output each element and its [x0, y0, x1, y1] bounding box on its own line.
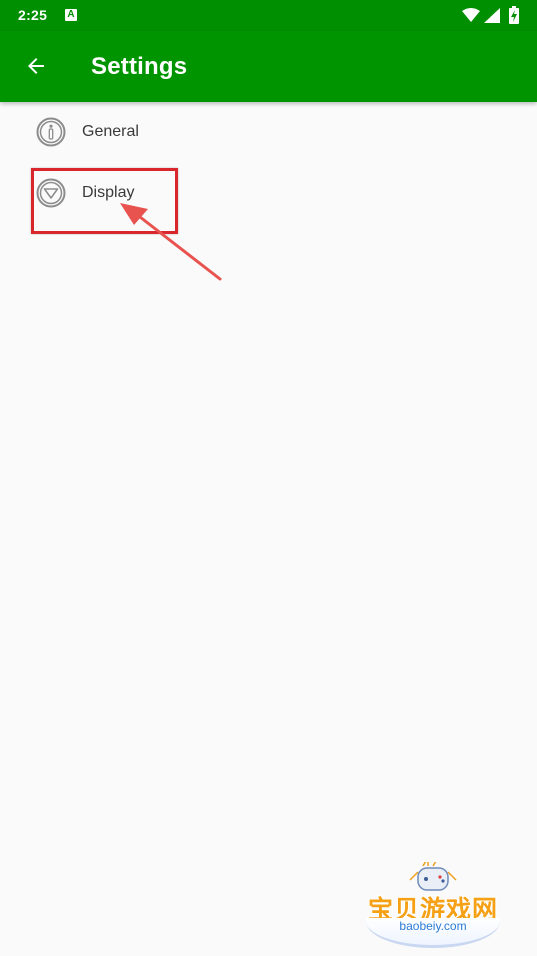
wifi-icon: [462, 8, 480, 27]
watermark-url: baobeiy.com: [399, 919, 467, 933]
notification-letter: A: [67, 9, 75, 20]
back-button[interactable]: [14, 44, 58, 88]
status-time: 2:25: [18, 7, 48, 23]
status-bar: 2:25 A: [0, 0, 537, 31]
info-circle-icon: [36, 117, 66, 147]
arrow-left-icon: [28, 58, 44, 74]
settings-item-label: General: [82, 123, 139, 140]
a-letter-icon: A: [65, 9, 77, 21]
battery-charging-icon: [509, 6, 519, 29]
settings-item-general[interactable]: General: [0, 102, 537, 163]
signal-icon: [484, 8, 500, 28]
app-bar: Settings: [0, 31, 537, 102]
page-title: Settings: [91, 53, 188, 80]
watermark-logo: 宝贝游戏网 baobeiy.com: [358, 860, 508, 952]
annotation-arrow-icon: [120, 203, 222, 281]
screen: 2:25 A Settings General Display 宝贝游戏网 ba…: [0, 0, 537, 956]
